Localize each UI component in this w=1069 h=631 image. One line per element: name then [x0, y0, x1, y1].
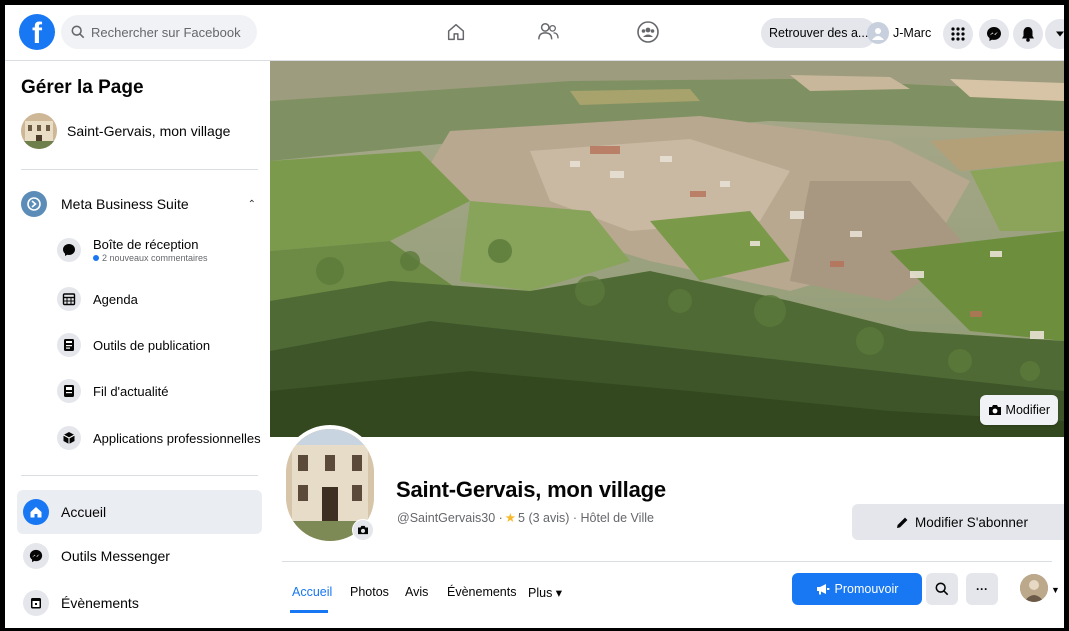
- notifications-button[interactable]: [1013, 19, 1043, 49]
- star-icon: ★: [504, 511, 517, 525]
- search-icon: [935, 582, 949, 596]
- sidebar-item-events[interactable]: Évènements: [17, 581, 262, 625]
- pencil-icon: [897, 517, 908, 528]
- sidebar-item-publishing-tools[interactable]: Outils de publication: [57, 333, 210, 357]
- menu-grid-button[interactable]: [943, 19, 973, 49]
- find-friends-button[interactable]: Retrouver des a...: [761, 18, 877, 48]
- home-icon: [23, 499, 49, 525]
- search-page-button[interactable]: [926, 573, 958, 605]
- events-label: Évènements: [61, 595, 139, 611]
- home-label: Accueil: [61, 504, 107, 520]
- inbox-label: Boîte de réception: [93, 237, 199, 252]
- messenger-tools-label: Outils Messenger: [61, 548, 170, 564]
- camera-icon: [358, 525, 368, 535]
- business-apps-label: Applications professionnelles: [93, 430, 261, 446]
- sidebar-item-messenger-tools[interactable]: Outils Messenger: [17, 534, 262, 578]
- cover-photo[interactable]: Modifier: [270, 61, 1064, 437]
- agenda-label: Agenda: [93, 291, 138, 307]
- page-avatar-switcher[interactable]: [1020, 574, 1048, 602]
- edit-follow-label: Modifier S'abonner: [915, 514, 1028, 530]
- search-input[interactable]: [91, 24, 241, 40]
- caret-down-icon[interactable]: ▼: [1051, 585, 1060, 595]
- user-avatar-icon: [867, 22, 889, 44]
- grid-icon: [951, 27, 965, 41]
- account-menu-button[interactable]: [1045, 19, 1064, 49]
- events-icon: [23, 590, 49, 616]
- tab-events[interactable]: Évènements: [447, 585, 516, 599]
- search-box[interactable]: [61, 15, 257, 49]
- publishing-tools-icon: [57, 333, 81, 357]
- tab-more[interactable]: Plus ▾: [528, 585, 562, 600]
- divider: [21, 475, 258, 476]
- more-options-button[interactable]: ···: [966, 573, 998, 605]
- publishing-tools-label: Outils de publication: [93, 337, 211, 353]
- promote-label: Promouvoir: [834, 582, 899, 596]
- caret-down-icon: [1056, 31, 1064, 37]
- sidebar-item-business-apps[interactable]: Applications professionnelles: [57, 426, 261, 450]
- business-suite-icon: [21, 191, 47, 217]
- calendar-icon: [57, 287, 81, 311]
- business-apps-icon: [57, 426, 81, 450]
- page-meta: @SaintGervais30 · ★ 5 (3 avis) · Hôtel d…: [397, 510, 654, 526]
- page-rating[interactable]: 5 (3 avis): [518, 511, 569, 525]
- unread-dot-icon: [93, 255, 99, 261]
- promote-button[interactable]: Promouvoir: [792, 573, 922, 605]
- chevron-up-icon[interactable]: ⌃: [248, 199, 256, 210]
- tab-photos[interactable]: Photos: [350, 585, 389, 599]
- page-thumbnail: [21, 113, 57, 149]
- messenger-icon: [23, 543, 49, 569]
- facebook-window: f Retrouver des a... J-Marc: [0, 0, 1069, 631]
- home-nav-icon[interactable]: [441, 17, 471, 47]
- divider: [21, 169, 258, 170]
- meta-business-suite-item[interactable]: Meta Business Suite ⌃: [21, 191, 256, 217]
- profile-shortcut[interactable]: J-Marc: [867, 18, 931, 48]
- friends-nav-icon[interactable]: [533, 17, 563, 47]
- groups-nav-icon[interactable]: [633, 17, 663, 47]
- news-feed-label: Fil d'actualité: [93, 383, 169, 399]
- profile-name: J-Marc: [893, 26, 932, 40]
- edit-cover-button[interactable]: Modifier: [979, 395, 1058, 425]
- inbox-icon: [57, 238, 81, 262]
- megaphone-icon: [816, 584, 829, 595]
- cover-photo-image: [270, 61, 1064, 437]
- manage-page-sidebar: Gérer la Page Saint-Gervais, mon village…: [5, 61, 270, 628]
- sidebar-item-agenda[interactable]: Agenda: [57, 287, 138, 311]
- tab-reviews[interactable]: Avis: [405, 585, 428, 599]
- messenger-icon: [987, 27, 1001, 41]
- news-feed-icon: [57, 379, 81, 403]
- search-icon: [71, 25, 85, 39]
- sidebar-item-news-feed[interactable]: Fil d'actualité: [57, 379, 168, 403]
- camera-icon: [988, 405, 1001, 415]
- messenger-button[interactable]: [979, 19, 1009, 49]
- sidebar-page-link[interactable]: Saint-Gervais, mon village: [21, 113, 230, 149]
- top-navigation-bar: f Retrouver des a... J-Marc: [5, 5, 1064, 61]
- divider: [282, 561, 1052, 562]
- active-tab-indicator: [290, 610, 328, 613]
- page-title: Saint-Gervais, mon village: [396, 477, 666, 502]
- inbox-notification: 2 nouveaux commentaires: [93, 253, 208, 263]
- inbox-note: 2 nouveaux commentaires: [102, 253, 208, 263]
- sidebar-item-home[interactable]: Accueil: [17, 490, 262, 534]
- edit-profile-picture-button[interactable]: [352, 519, 374, 541]
- business-suite-label: Meta Business Suite: [61, 196, 189, 212]
- bell-icon: [1022, 27, 1034, 42]
- sidebar-item-inbox[interactable]: Boîte de réception 2 nouveaux commentair…: [57, 237, 208, 263]
- page-handle: @SaintGervais30 ·: [397, 510, 503, 525]
- facebook-logo-icon[interactable]: f: [19, 14, 55, 50]
- page-header: Saint-Gervais, mon village @SaintGervais…: [270, 425, 1064, 628]
- tab-home[interactable]: Accueil: [292, 585, 332, 599]
- edit-cover-label: Modifier: [1005, 403, 1050, 417]
- sidebar-title: Gérer la Page: [21, 77, 144, 98]
- page-category: · Hôtel de Ville: [569, 510, 654, 525]
- sidebar-page-name: Saint-Gervais, mon village: [67, 123, 231, 139]
- edit-follow-button[interactable]: Modifier S'abonner: [852, 504, 1064, 540]
